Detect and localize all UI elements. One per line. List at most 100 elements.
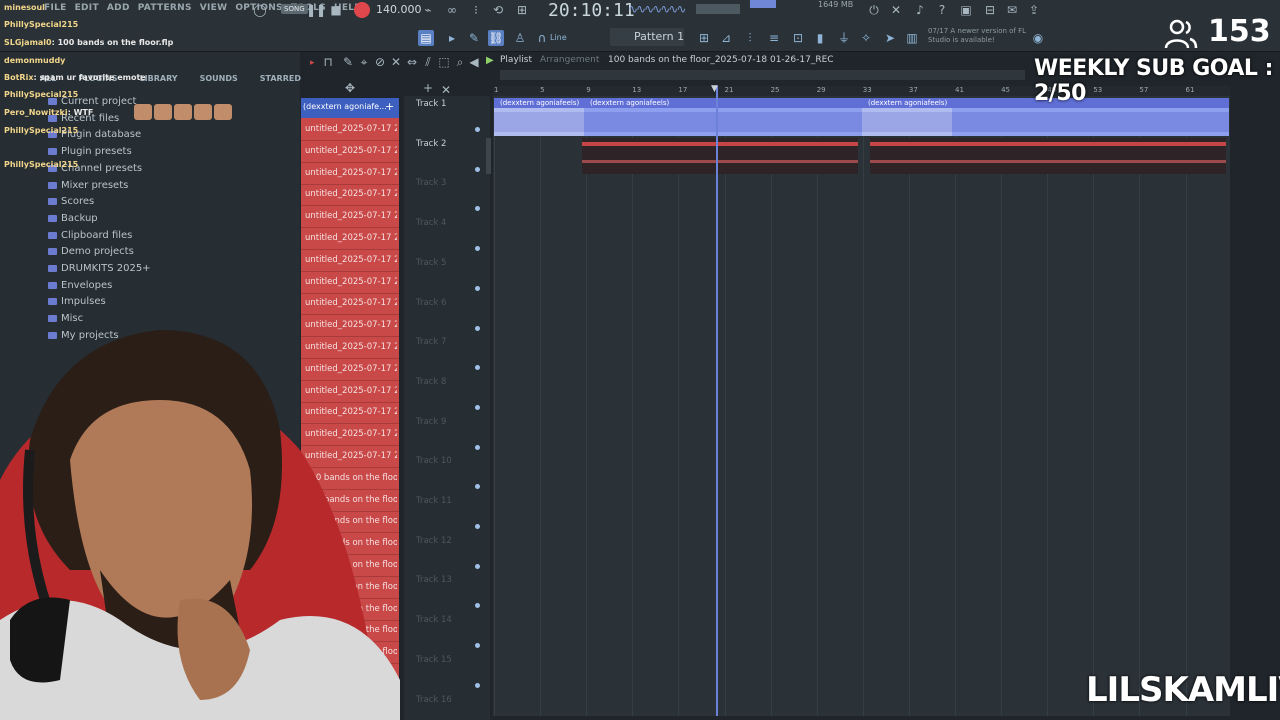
mixer-icon[interactable]: ✕ [888,2,904,18]
track-label[interactable]: Track 3 [416,178,446,188]
track-label[interactable]: Track 1 [416,99,446,109]
move-icon[interactable]: ✥ [342,80,358,96]
menu-item-view[interactable]: VIEW [200,3,228,13]
track-mute-toggle[interactable] [475,682,480,688]
track-mute-toggle[interactable] [475,563,480,569]
magnet-icon[interactable]: ∩ [534,30,550,46]
cart-icon[interactable]: ▥ [904,30,920,46]
pattern-list-item[interactable]: untitled_2025-07-17 23... [305,124,397,134]
add-pattern-icon[interactable]: + [385,100,394,113]
track-label[interactable]: Track 9 [416,417,446,427]
channel-rack-icon[interactable]: ⊞ [696,30,712,46]
pattern-list-item[interactable]: untitled_2025-07-17 23... [305,277,397,287]
browser-tab-sounds[interactable]: SOUNDS [200,74,238,83]
slip-icon[interactable]: ⇔ [404,54,420,70]
select-icon[interactable]: ⬚ [436,54,452,70]
browser-item[interactable]: Impulses [48,296,106,307]
browser-item[interactable]: Scores [48,196,94,207]
send-icon[interactable]: ➤ [882,30,898,46]
menu-item-edit[interactable]: EDIT [75,3,99,13]
playlist-scroll[interactable] [500,70,1025,80]
record-button[interactable] [354,2,370,18]
paint-icon[interactable]: ⌖ [356,54,372,70]
pattern-list-item[interactable]: untitled_2025-07-17 23... [305,298,397,308]
save-icon[interactable]: ▣ [958,2,974,18]
add-track-icon[interactable]: + [420,80,436,96]
snap-magnet-icon[interactable]: ⊓ [320,54,336,70]
track-mute-toggle[interactable] [475,127,480,132]
track-mute-toggle[interactable] [475,285,480,291]
track-mute-toggle[interactable] [475,166,480,172]
upload-icon[interactable]: ⇪ [1026,2,1042,18]
playlist-grid[interactable] [493,96,1230,716]
pencil-icon[interactable]: ✎ [340,54,356,70]
fl-logo-icon[interactable]: ◉ [1030,30,1046,46]
playlist-view-icon[interactable]: ▤ [418,30,434,46]
chat-icon[interactable]: ✉ [1004,2,1020,18]
pattern-list-item[interactable]: untitled_2025-07-17 23... [305,211,397,221]
update-notice[interactable]: 07/17 A newer version of FL Studio is av… [928,27,1028,45]
browser-item[interactable]: Mixer presets [48,180,128,191]
track-label[interactable]: Track 6 [416,298,446,308]
piano-roll-icon[interactable]: ⊿ [718,30,734,46]
track-label[interactable]: Track 2 [416,139,446,149]
playhead-marker-icon[interactable]: ▼ [711,84,718,94]
browser-item[interactable]: Plugin presets [48,146,132,157]
plugin-picker-icon[interactable]: ⊡ [790,30,806,46]
track-mute-toggle[interactable] [475,325,480,331]
menu-item-add[interactable]: ADD [107,3,130,13]
song-mode-toggle[interactable]: SONG [281,4,308,14]
tempo-display[interactable]: 140.000 [376,3,422,16]
pattern-clip[interactable] [582,138,858,174]
wait-icon[interactable]: ∞ [444,2,460,18]
track-label[interactable]: Track 5 [416,258,446,268]
menu-item-patterns[interactable]: PATTERNS [138,3,192,13]
delete-icon[interactable]: ⊘ [372,54,388,70]
slice-icon[interactable]: ⫽ [420,54,436,70]
playlist-arrangement[interactable]: Arrangement [540,55,599,65]
help-icon[interactable]: ? [934,2,950,18]
loop-record-icon[interactable]: ⟲ [490,2,506,18]
playback-icon[interactable]: ◀ [466,54,482,70]
cpu-dial-icon[interactable]: ◯ [252,2,268,18]
playhead[interactable] [716,86,718,716]
pattern-clip[interactable] [870,138,1226,174]
pattern-list-item[interactable]: untitled_2025-07-17 23... [305,146,397,156]
browser-tab-starred[interactable]: STARRED [260,74,301,83]
track-label[interactable]: Track 13 [416,575,452,585]
browser-item[interactable]: Clipboard files [48,230,132,241]
mute-icon[interactable]: ✕ [388,54,404,70]
browser-item[interactable]: DRUMKITS 2025+ [48,263,151,274]
countdown-icon[interactable]: ⁝ [468,2,484,18]
render-icon[interactable]: ⊟ [982,2,998,18]
stop-icon[interactable]: ■ [328,2,344,18]
stamp-icon[interactable]: ♙ [512,30,528,46]
track-mute-toggle[interactable] [475,444,480,450]
arrow-right-icon[interactable]: ▸ [444,30,460,46]
browser-item[interactable]: Backup [48,213,98,224]
browser-item[interactable]: Envelopes [48,280,112,291]
track-mute-toggle[interactable] [475,524,480,529]
pattern-list-item[interactable]: untitled_2025-07-17 23... [305,189,397,199]
track-label[interactable]: Track 4 [416,218,446,228]
playlist-play-icon[interactable]: ▶ [486,55,494,66]
brush-icon[interactable]: ✎ [466,30,482,46]
browser-item[interactable]: Demo projects [48,246,134,257]
master-volume[interactable] [696,4,740,14]
browser-view-icon[interactable]: ≡ [766,30,782,46]
tune-icon[interactable]: ✧ [858,30,874,46]
pattern-list-item[interactable]: untitled_2025-07-17 23... [305,233,397,243]
pattern-list-item[interactable]: untitled_2025-07-17 23... [305,255,397,265]
track-label[interactable]: Track 11 [416,496,452,506]
track-label[interactable]: Track 16 [416,695,452,705]
track-label[interactable]: Track 7 [416,337,446,347]
track-label[interactable]: Track 10 [416,456,452,466]
metronome-icon[interactable]: ⌁ [420,2,436,18]
track-scroll-handle[interactable] [486,138,491,174]
track-label[interactable]: Track 15 [416,655,452,665]
menu-item-file[interactable]: FILE [44,3,67,13]
mixer-view-icon[interactable]: ⫶ [742,30,758,46]
track-mute-toggle[interactable] [475,404,480,410]
track-label[interactable]: Track 8 [416,377,446,387]
pattern-list-item[interactable]: untitled_2025-07-17 23... [305,168,397,178]
